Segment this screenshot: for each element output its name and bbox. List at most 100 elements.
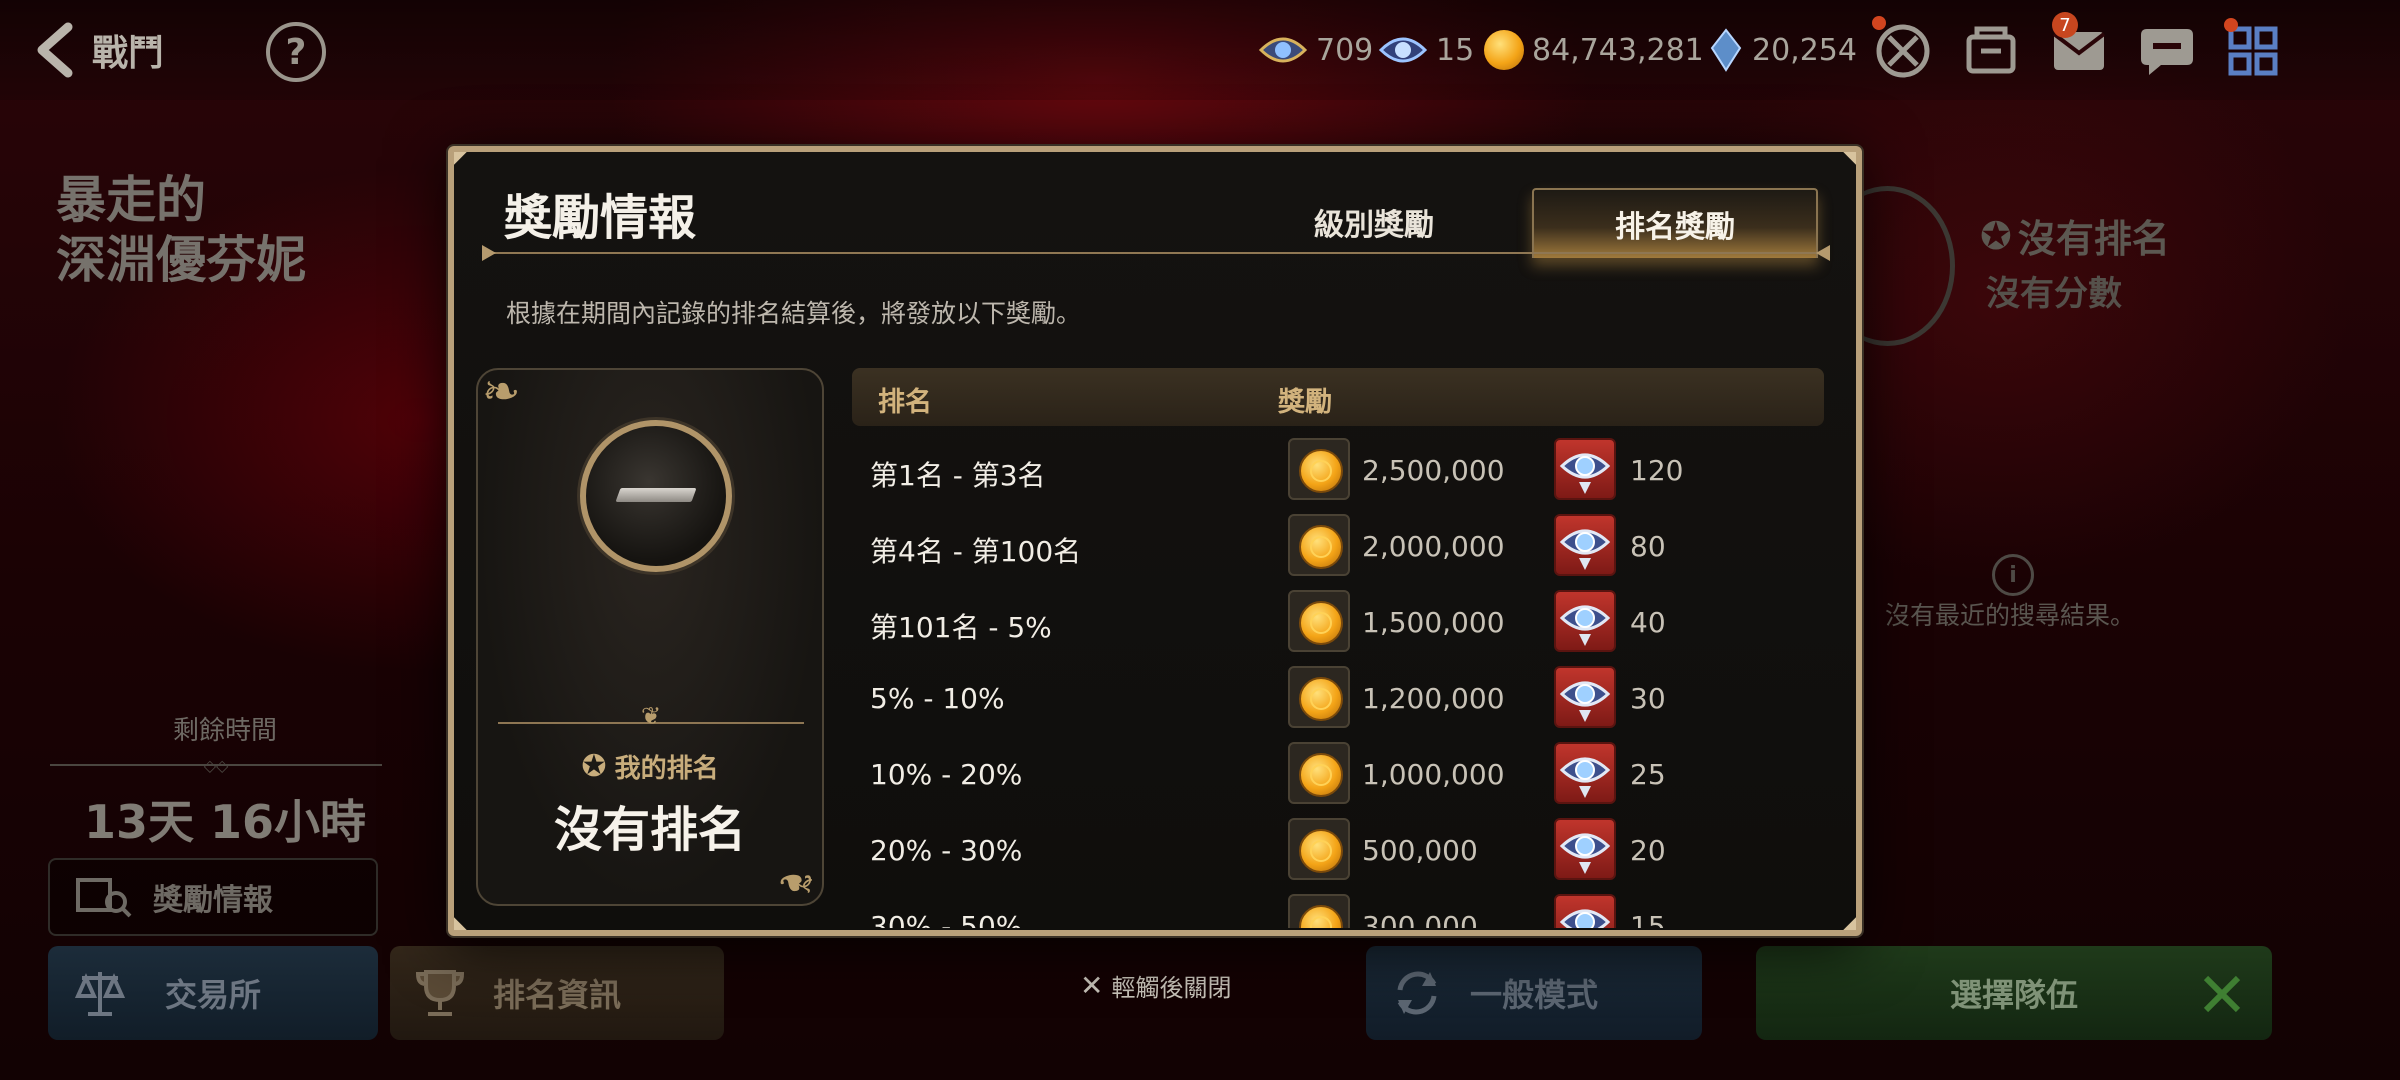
gold-amount: 1,000,000 [1362, 758, 1505, 791]
rank-emblem-icon [580, 420, 732, 572]
gold-reward-item[interactable] [1288, 894, 1350, 928]
table-row: 第4名 - 第100名 2,000,000 80 [852, 508, 1824, 584]
notification-dot [2224, 18, 2238, 32]
reward-info-modal: 獎勵情報 級別獎勵 排名獎勵 根據在期間內記錄的排名結算後，將發放以下獎勵。 ❧… [448, 146, 1862, 936]
eye-reward-item[interactable] [1554, 514, 1616, 576]
resource-value: 84,743,281 [1532, 32, 1704, 68]
back-button[interactable]: 戰鬥 [28, 18, 164, 82]
resource-gold[interactable]: 84,743,281 [1484, 24, 1704, 76]
table-row: 第101名 - 5% 1,500,000 40 [852, 584, 1824, 660]
divider: ◇◇ [50, 756, 382, 775]
tab-grade-reward[interactable]: 級別獎勵 [1274, 188, 1474, 256]
select-team-button[interactable]: 選擇隊伍 [1756, 946, 2272, 1040]
eye-amount: 30 [1630, 682, 1666, 715]
rank-info-label: 排名資訊 [492, 976, 621, 1014]
my-rank-value: 沒有排名 [553, 802, 746, 858]
my-rank-label: 我的排名 [614, 754, 719, 784]
table-row: 10% - 20% 1,000,000 25 [852, 736, 1824, 812]
gold-amount: 2,500,000 [1362, 454, 1505, 487]
eye-token-icon [1559, 681, 1611, 722]
select-team-label: 選擇隊伍 [1949, 976, 2078, 1014]
menu-grid-icon[interactable] [2222, 18, 2284, 82]
resource-value: 709 [1316, 32, 1374, 68]
normal-mode-button[interactable]: 一般模式 [1366, 946, 1702, 1040]
gold-reward-item[interactable] [1288, 438, 1350, 500]
help-icon[interactable]: ? [266, 22, 326, 82]
rank-range: 第101名 - 5% [870, 611, 1052, 644]
gold-reward-item[interactable] [1288, 742, 1350, 804]
mail-badge: 7 [2052, 12, 2078, 38]
table-row: 第1名 - 第3名 2,500,000 120 [852, 432, 1824, 508]
gold-coin-icon [1299, 829, 1343, 873]
gold-reward-item[interactable] [1288, 514, 1350, 576]
exchange-label: 交易所 [164, 976, 261, 1014]
top-bar: 戰鬥 ? 709 15 84,743,281 20,254 7 [0, 0, 2400, 100]
refresh-icon [1397, 971, 1437, 1015]
gold-coin-icon [1299, 753, 1343, 797]
battle-icon[interactable] [1872, 16, 1934, 82]
gold-reward-item[interactable] [1288, 818, 1350, 880]
gold-coin-icon [1299, 677, 1343, 721]
back-label: 戰鬥 [92, 33, 165, 74]
rank-range: 5% - 10% [870, 682, 1005, 715]
eye-reward-item[interactable] [1554, 894, 1616, 928]
rank-info-button[interactable]: 排名資訊 [390, 946, 724, 1040]
resource-value: 15 [1436, 32, 1475, 68]
table-header: 排名 獎勵 [852, 368, 1824, 426]
info-icon: i [1992, 554, 2034, 596]
rank-range: 第4名 - 第100名 [870, 535, 1082, 568]
rank-range: 10% - 20% [870, 758, 1023, 791]
eye-amount: 25 [1630, 758, 1666, 791]
eye-amount: 20 [1630, 834, 1666, 867]
gold-amount: 300,000 [1362, 910, 1478, 928]
crossed-swords-icon [2203, 975, 2241, 1013]
no-result-text: 沒有最近的搜尋結果。 [1884, 601, 2135, 630]
close-icon: ✕ [1080, 969, 1104, 1002]
right-rank: ✪ 沒有排名 [1980, 208, 2170, 263]
resource-crystal[interactable]: 20,254 [1708, 24, 1857, 76]
normal-mode-label: 一般模式 [1469, 976, 1598, 1014]
exchange-button[interactable]: 交易所 [48, 946, 378, 1040]
gold-amount: 1,500,000 [1362, 606, 1505, 639]
gold-coin-icon [1299, 525, 1343, 569]
medal-icon: ✪ [1980, 213, 2012, 258]
corner-ornament: ❧ [777, 856, 816, 910]
eye-token-icon [1559, 453, 1611, 494]
eye-amount: 80 [1630, 530, 1666, 563]
eye-reward-item[interactable] [1554, 818, 1616, 880]
gold-reward-item[interactable] [1288, 590, 1350, 652]
mail-icon[interactable]: 7 [2048, 12, 2110, 82]
header-reward: 獎勵 [1278, 387, 1332, 418]
guild-icon[interactable] [1960, 20, 2022, 82]
eye-reward-item[interactable] [1554, 438, 1616, 500]
modal-description: 根據在期間內記錄的排名結算後，將發放以下獎勵。 [506, 299, 1082, 328]
chat-icon[interactable] [2136, 20, 2198, 82]
reward-info-button[interactable]: 獎勵情報 [48, 858, 378, 936]
gold-amount: 2,000,000 [1362, 530, 1505, 563]
eye-token-icon [1559, 833, 1611, 874]
rank-range: 20% - 30% [870, 834, 1023, 867]
gold-coin-icon [1299, 905, 1343, 928]
gold-coin-icon [1299, 601, 1343, 645]
right-score: 沒有分數 [1986, 274, 2122, 314]
card-divider: ❦ [498, 702, 804, 730]
eye-token-icon [1559, 529, 1611, 570]
resource-eye-blue[interactable]: 15 [1378, 24, 1474, 76]
gold-reward-item[interactable] [1288, 666, 1350, 728]
tap-to-close-hint[interactable]: ✕ 輕觸後關閉 [1080, 968, 1231, 1003]
trophy-icon [415, 970, 465, 1016]
eye-reward-item[interactable] [1554, 742, 1616, 804]
rank-reward-table[interactable]: 排名 獎勵 第1名 - 第3名 2,500,000 120 第4名 - 第100名 2,… [852, 368, 1828, 928]
boss-name-line2: 深淵優芬妮 [56, 231, 306, 289]
resource-eye-gold[interactable]: 709 [1258, 24, 1373, 76]
header-rank: 排名 [878, 387, 932, 418]
eye-gold-icon [1258, 37, 1308, 63]
eye-reward-item[interactable] [1554, 666, 1616, 728]
eye-reward-item[interactable] [1554, 590, 1616, 652]
my-rank-card: ❧ ❧ ❦ ✪ 我的排名 沒有排名 [476, 364, 824, 910]
tab-rank-reward[interactable]: 排名獎勵 [1532, 188, 1818, 258]
table-row: 5% - 10% 1,200,000 30 [852, 660, 1824, 736]
table-row: 20% - 30% 500,000 20 [852, 812, 1824, 888]
corner-ornament: ❧ [482, 364, 521, 418]
boss-name-line1: 暴走的 [56, 171, 206, 229]
